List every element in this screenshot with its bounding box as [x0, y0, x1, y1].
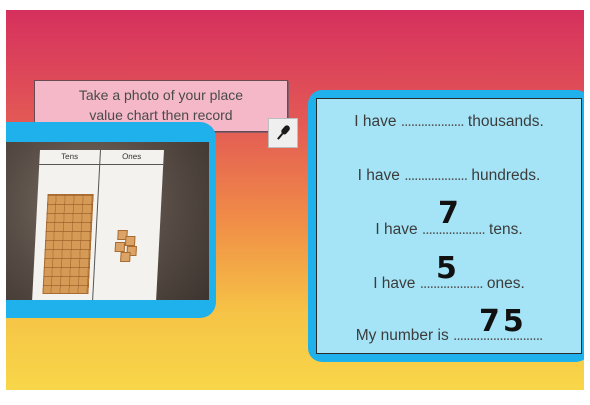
- line-suffix: ones.: [486, 275, 525, 292]
- place-value-chart-paper: Tens Ones: [32, 150, 164, 300]
- ones-cube: [120, 252, 131, 262]
- ones-cube: [124, 236, 136, 246]
- line-prefix: I have: [373, 275, 416, 292]
- line-suffix: thousands.: [467, 113, 544, 130]
- photo-card: Tens Ones: [6, 122, 216, 318]
- line-prefix: My number is: [355, 327, 449, 344]
- number-line: My number is ...........................: [317, 327, 581, 345]
- line-prefix: I have: [357, 167, 400, 184]
- line-prefix: I have: [375, 221, 418, 238]
- microphone-icon: [277, 125, 290, 140]
- chart-divider: [92, 150, 101, 300]
- instruction-text: Take a photo of your place value chart t…: [78, 87, 244, 123]
- worksheet-panel: I have ................... thousands. I …: [316, 98, 582, 354]
- handwritten-number: 75: [479, 304, 527, 339]
- handwritten-tens: 7: [438, 196, 459, 231]
- hundreds-line: I have ................... hundreds.: [317, 167, 581, 185]
- tens-rods: [42, 194, 94, 294]
- ones-cube: [114, 242, 126, 252]
- thousands-line: I have ................... thousands.: [317, 113, 581, 131]
- line-suffix: tens.: [489, 221, 523, 238]
- answer-blank[interactable]: ...................: [401, 113, 465, 130]
- slide-canvas: Take a photo of your place value chart t…: [6, 10, 584, 390]
- line-prefix: I have: [354, 113, 397, 130]
- line-suffix: hundreds.: [471, 167, 541, 184]
- record-audio-button[interactable]: [268, 118, 298, 148]
- chart-header-tens: Tens: [39, 150, 100, 165]
- chart-header-ones: Ones: [99, 150, 164, 165]
- answer-blank[interactable]: ...................: [404, 167, 468, 184]
- worksheet-card: I have ................... thousands. I …: [308, 90, 584, 362]
- handwritten-ones: 5: [436, 251, 457, 286]
- place-value-photo[interactable]: Tens Ones: [6, 142, 209, 300]
